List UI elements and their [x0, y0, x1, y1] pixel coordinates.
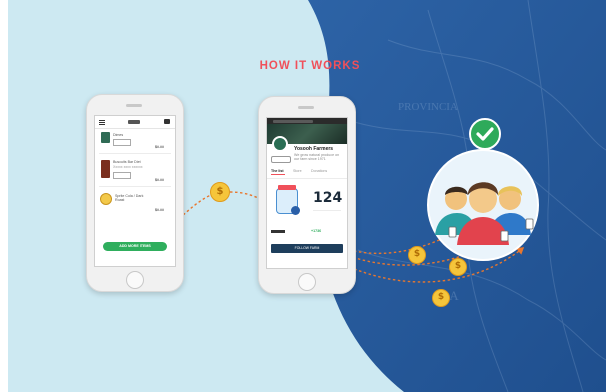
left-phone-screen: Dimes $#.## Buscuits Bar Diet Xxxxx xxxx…: [94, 115, 176, 267]
handheld-phone: [448, 226, 457, 238]
item-price: $#.##: [155, 145, 164, 149]
hamburger-icon[interactable]: [99, 120, 105, 121]
item-thumbnail: [100, 193, 112, 205]
item-title: Buscuits Bar Diet: [113, 160, 141, 164]
item-subtitle: Xxxxx xxxx xxxxxx: [113, 165, 143, 169]
farm-avatar: [272, 136, 288, 152]
phone-speaker: [298, 106, 314, 109]
address-bar[interactable]: [273, 119, 313, 123]
cart-icon[interactable]: [164, 119, 170, 124]
handheld-phone: [525, 218, 534, 230]
tab-the-list[interactable]: The list: [271, 169, 284, 173]
tab-donations[interactable]: Donations: [311, 169, 327, 173]
divider: [99, 153, 171, 154]
left-phone: Dimes $#.## Buscuits Bar Diet Xxxxx xxxx…: [86, 94, 184, 292]
users-group-illustration: [435, 182, 534, 245]
stat-value-left: [271, 230, 285, 233]
home-button[interactable]: [298, 273, 316, 291]
follow-button[interactable]: [271, 156, 291, 163]
divider: [313, 210, 341, 211]
add-more-items-label: ADD MORE ITEMS: [119, 244, 151, 248]
right-phone: Yosooh Farmers We grow natural produce o…: [258, 96, 356, 294]
add-more-items-button[interactable]: ADD MORE ITEMS: [103, 242, 167, 251]
item-title: Dimes: [113, 133, 124, 137]
phone-speaker: [126, 104, 142, 107]
tab-store[interactable]: Store: [293, 169, 302, 173]
item-thumbnail: [101, 160, 110, 178]
profile-description: We grow natural produce on our farm sinc…: [294, 153, 340, 162]
item-thumbnail: [101, 132, 110, 143]
item-price: $#.##: [155, 208, 164, 212]
donation-counter: 124: [313, 190, 343, 206]
jar-badge: [291, 206, 300, 215]
follow-farm-button[interactable]: FOLLOW FARM: [271, 244, 343, 253]
divider: [99, 186, 171, 187]
jar-lid: [278, 185, 296, 190]
stat-value: +1736: [311, 229, 322, 233]
divider: [267, 178, 347, 179]
follow-farm-label: FOLLOW FARM: [294, 246, 320, 250]
coin-icon: $: [408, 246, 426, 264]
quantity-stepper[interactable]: [113, 139, 131, 146]
item-title: Sprite Cola / Dark Roast: [115, 194, 144, 203]
right-phone-screen: Yosooh Farmers We grow natural produce o…: [266, 117, 348, 269]
quantity-stepper[interactable]: [113, 172, 131, 179]
profile-name: Yosooh Farmers: [294, 146, 334, 152]
home-button[interactable]: [126, 271, 144, 289]
handheld-phone: [500, 230, 509, 242]
coin-icon: $: [210, 182, 230, 202]
illustration-canvas: PROVINCIA B A M HOW IT WORKS: [8, 0, 606, 392]
item-price: $#.##: [155, 178, 164, 182]
coin-icon: $: [432, 289, 450, 307]
active-tab-indicator: [271, 174, 285, 175]
checkmark-icon: [476, 127, 494, 141]
brand-logo: [128, 120, 140, 124]
